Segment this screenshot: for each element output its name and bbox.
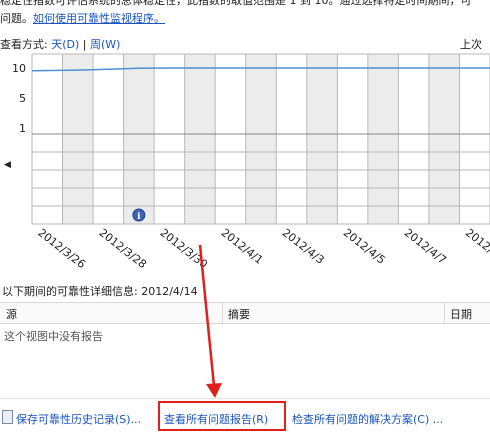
annotation-arrow-layer: [198, 244, 222, 398]
annotation-arrow-line: [198, 244, 216, 387]
annotation-arrow-head: [206, 383, 222, 398]
